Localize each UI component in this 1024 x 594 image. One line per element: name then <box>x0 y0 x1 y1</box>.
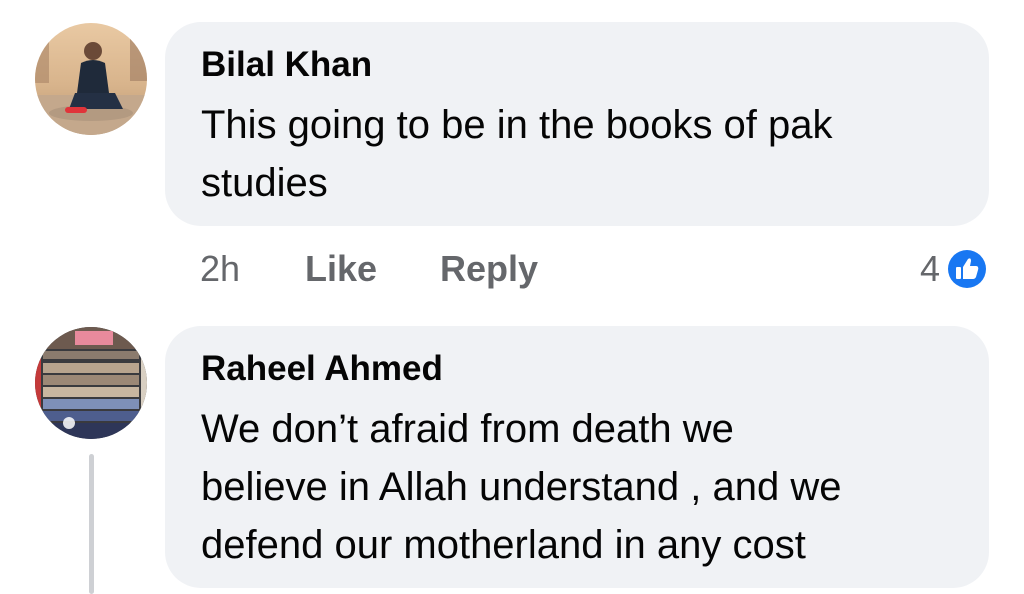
comment-text-line: defend our motherland in any cost <box>201 523 806 567</box>
comment-author[interactable]: Raheel Ahmed <box>201 348 443 390</box>
reply-thread-line <box>89 454 94 594</box>
like-button[interactable]: Like <box>305 246 377 292</box>
comment-text: We don’t afraid from death we believe in… <box>201 400 961 574</box>
profile-photo-raheel <box>35 327 147 439</box>
comment-text-line: believe in Allah understand , and we <box>201 465 842 509</box>
avatar[interactable] <box>35 327 147 439</box>
comment-bubble: Bilal Khan This going to be in the books… <box>165 22 989 226</box>
reply-button[interactable]: Reply <box>440 246 538 292</box>
comment-text-line: This going to be in the books of pak <box>201 103 833 147</box>
comment-author[interactable]: Bilal Khan <box>201 44 372 86</box>
reaction-summary[interactable]: 4 <box>920 246 990 292</box>
profile-photo-bilal <box>35 23 147 135</box>
comment-text-line: We don’t afraid from death we <box>201 407 734 451</box>
comment-text-line: studies <box>201 161 328 205</box>
reaction-count: 4 <box>919 248 940 289</box>
comment-timestamp[interactable]: 2h <box>200 246 240 292</box>
comments-section: Bilal Khan This going to be in the books… <box>0 0 1024 594</box>
comment-bubble: Raheel Ahmed We don’t afraid from death … <box>165 326 989 588</box>
comment-text: This going to be in the books of pak stu… <box>201 96 961 212</box>
like-icon <box>944 246 990 292</box>
avatar[interactable] <box>35 23 147 135</box>
